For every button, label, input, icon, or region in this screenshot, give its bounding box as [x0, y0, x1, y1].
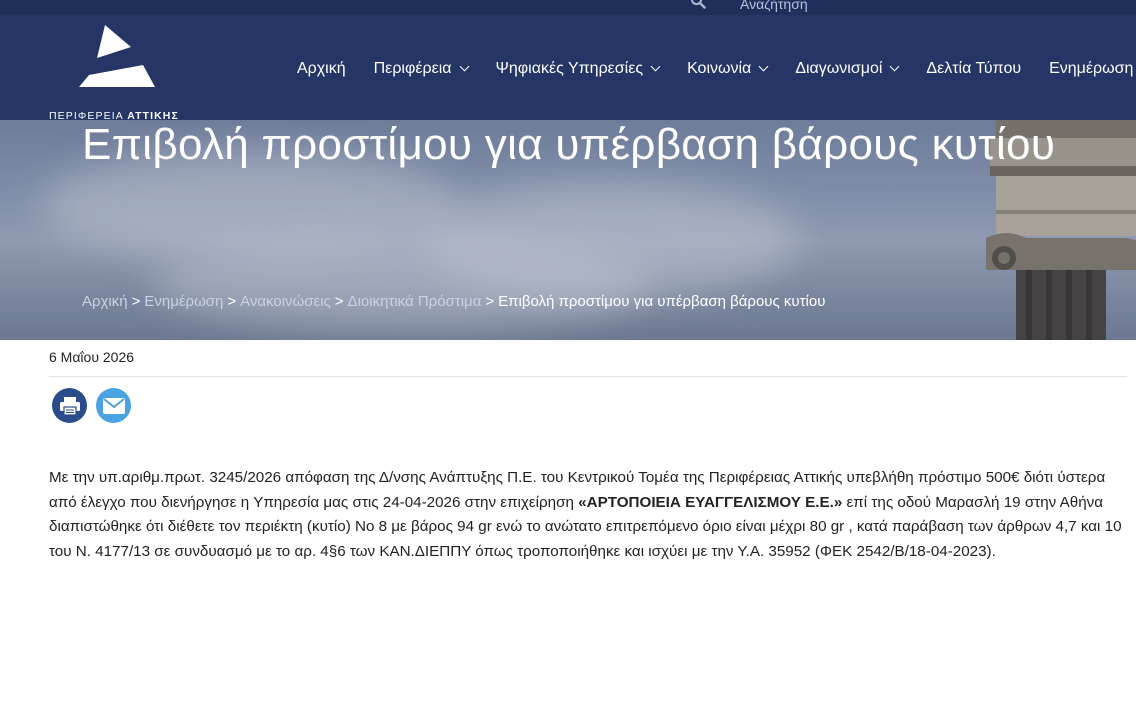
- primary-nav: Αρχική Περιφέρεια Ψηφιακές Υπηρεσίες Κοι…: [297, 60, 1136, 78]
- search-link[interactable]: Αναζήτηση: [740, 0, 808, 12]
- breadcrumb: Αρχική > Ενημέρωση > Ανακοινώσεις > Διοικητικά…: [82, 293, 825, 310]
- logo-mark-icon: [79, 25, 155, 87]
- breadcrumb-link-home[interactable]: Αρχική: [82, 293, 128, 310]
- breadcrumb-current: Επιβολή προστίμου για υπέρβαση βάρους κυ…: [498, 293, 826, 310]
- breadcrumb-separator: >: [334, 293, 344, 310]
- article-body: Με την υπ.αριθμ.πρωτ. 3245/2026 απόφαση …: [49, 466, 1124, 564]
- breadcrumb-link-administrative-fines[interactable]: Διοικητικά Πρόστιμα: [348, 293, 482, 310]
- logo-text: ΠΕΡΙΦΕΡΕΙΑ ΑΤΤΙΚΗΣ: [49, 110, 179, 120]
- nav-item-press-releases[interactable]: Δελτία Τύπου: [926, 60, 1021, 78]
- site-logo[interactable]: ΠΕΡΙΦΕΡΕΙΑ ΑΤΤΙΚΗΣ: [46, 25, 196, 120]
- nav-item-region[interactable]: Περιφέρεια: [374, 60, 469, 78]
- email-button[interactable]: [96, 388, 131, 423]
- chevron-down-icon: [650, 61, 661, 72]
- chevron-down-icon: [758, 61, 769, 72]
- breadcrumb-link-announcements[interactable]: Ανακοινώσεις: [240, 293, 331, 310]
- breadcrumb-separator: >: [227, 293, 237, 310]
- breadcrumb-link-news[interactable]: Ενημέρωση: [144, 293, 223, 310]
- page-title: Επιβολή προστίμου για υπέρβαση βάρους κυ…: [82, 120, 1056, 169]
- nav-item-tenders[interactable]: Διαγωνισμοί: [795, 60, 900, 78]
- share-toolbar: [52, 388, 131, 423]
- email-icon: [102, 397, 125, 414]
- hero-banner: Επιβολή προστίμου για υπέρβαση βάρους κυ…: [0, 120, 1136, 340]
- article-date: 6 Μαΐου 2026: [49, 349, 135, 365]
- breadcrumb-separator: >: [131, 293, 141, 310]
- nav-item-home[interactable]: Αρχική: [297, 60, 346, 78]
- search-icon[interactable]: [690, 0, 706, 9]
- print-button[interactable]: [52, 388, 87, 423]
- print-icon: [59, 396, 80, 416]
- top-utility-bar: Αναζήτηση: [0, 0, 1136, 15]
- chevron-down-icon: [889, 61, 900, 72]
- breadcrumb-separator: >: [485, 293, 495, 310]
- main-navbar: ΠΕΡΙΦΕΡΕΙΑ ΑΤΤΙΚΗΣ Αρχική Περιφέρεια Ψηφ…: [0, 15, 1136, 120]
- nav-item-digital-services[interactable]: Ψηφιακές Υπηρεσίες: [496, 60, 661, 78]
- nav-item-news[interactable]: Ενημέρωση: [1049, 60, 1133, 78]
- divider: [49, 376, 1127, 377]
- chevron-down-icon: [459, 61, 469, 72]
- nav-item-society[interactable]: Κοινωνία: [687, 60, 769, 78]
- business-name: «ΑΡΤΟΠΟΙΕΙΑ ΕΥΑΓΓΕΛΙΣΜΟΥ Ε.Ε.»: [578, 493, 843, 511]
